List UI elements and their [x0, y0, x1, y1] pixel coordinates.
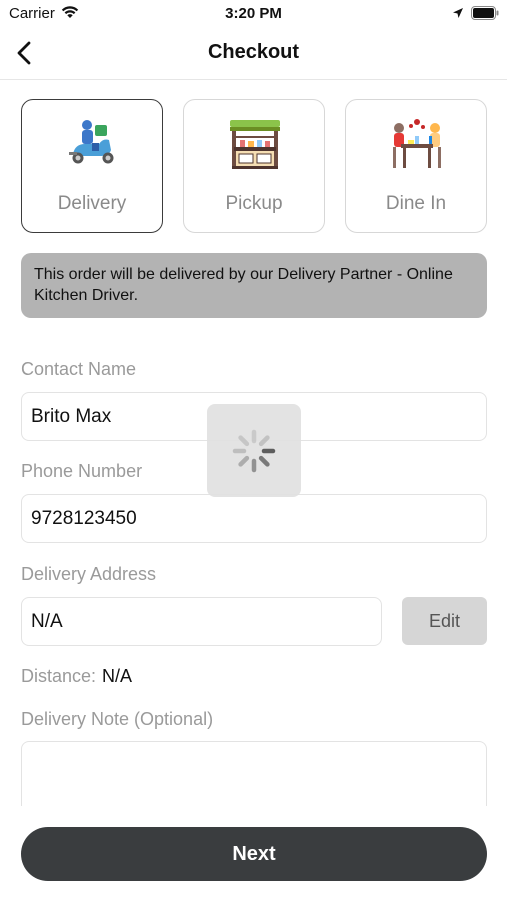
status-bar: Carrier 3:20 PM — [0, 0, 507, 28]
order-type-delivery[interactable]: Delivery — [21, 99, 163, 233]
order-type-label: Dine In — [385, 193, 447, 214]
order-type-pickup[interactable]: Pickup — [183, 99, 325, 233]
order-type-label: Pickup — [225, 193, 283, 214]
spinner-icon — [230, 427, 278, 480]
distance-row: Distance: N/A — [21, 666, 132, 687]
order-type-label: Delivery — [57, 193, 127, 214]
distance-value: N/A — [102, 666, 133, 686]
distance-label: Distance: — [21, 666, 97, 686]
delivery-address-field[interactable]: N/A — [21, 597, 382, 646]
nav-bar: Checkout — [0, 28, 507, 80]
order-type-dine-in[interactable]: Dine In — [345, 99, 487, 233]
page-title: Checkout — [207, 41, 300, 63]
battery-icon — [471, 6, 499, 25]
next-button[interactable]: Next — [21, 827, 487, 881]
delivery-note-textarea[interactable] — [21, 741, 487, 811]
dine-in-table-icon — [389, 116, 445, 172]
loading-overlay — [207, 404, 301, 497]
pickup-stall-icon — [227, 116, 283, 172]
phone-number-label: Phone Number — [21, 461, 143, 481]
delivery-note-label: Delivery Note (Optional) — [21, 709, 214, 729]
edit-address-button[interactable]: Edit — [402, 597, 487, 645]
phone-number-field[interactable]: 9728123450 — [21, 494, 487, 543]
contact-name-label: Contact Name — [21, 359, 137, 379]
delivery-address-label: Delivery Address — [21, 564, 157, 584]
status-time: 3:20 PM — [225, 5, 282, 22]
delivery-info-banner: This order will be delivered by our Deli… — [21, 253, 487, 318]
delivery-scooter-icon — [65, 116, 121, 172]
location-arrow-icon — [452, 6, 464, 24]
